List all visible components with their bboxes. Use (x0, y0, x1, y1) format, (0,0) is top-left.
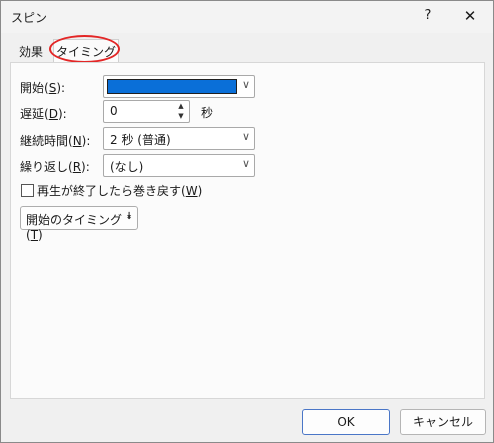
tab-highlight-circle (49, 35, 120, 63)
delay-unit: 秒 (201, 106, 214, 120)
triggers-label: 開始のタイミング(T) (26, 213, 123, 242)
repeat-value: (なし) (110, 160, 144, 174)
title-bar: スピン ? ✕ (1, 1, 493, 33)
start-color-swatch (107, 79, 237, 94)
help-button[interactable]: ? (417, 5, 439, 27)
cancel-button[interactable]: キャンセル (400, 409, 486, 435)
duration-value: 2 秒 (普通) (110, 133, 171, 147)
rewind-label[interactable]: 再生が終了したら巻き戻す(W) (37, 182, 202, 199)
delay-value: 0 (110, 104, 118, 118)
duration-label: 継続時間(N): (20, 134, 91, 148)
double-chevron-down-icon: ⯯ (126, 211, 132, 222)
tab-effects[interactable]: 効果 (17, 42, 45, 62)
triangle-up-icon[interactable]: ▲ (175, 102, 187, 111)
start-label: 開始(S): (20, 81, 66, 95)
chevron-down-icon: ∨ (241, 78, 250, 91)
repeat-select[interactable]: (なし) ∨ (103, 154, 255, 177)
rewind-checkbox[interactable] (21, 184, 34, 197)
chevron-down-icon: ∨ (241, 130, 250, 143)
delay-spinner[interactable]: 0 ▲ ▼ (103, 100, 190, 123)
close-button[interactable]: ✕ (459, 5, 481, 27)
triangle-down-icon[interactable]: ▼ (175, 112, 187, 121)
spin-dialog: スピン ? ✕ 効果 タイミング 開始(S): ∨ 遅延(D): 0 ▲ ▼ 秒… (0, 0, 494, 443)
duration-select[interactable]: 2 秒 (普通) ∨ (103, 127, 255, 150)
delay-label: 遅延(D): (20, 107, 67, 121)
ok-button[interactable]: OK (302, 409, 390, 435)
dialog-title: スピン (11, 11, 48, 25)
triggers-button[interactable]: 開始のタイミング(T) ⯯ (20, 206, 138, 242)
repeat-label: 繰り返し(R): (20, 160, 90, 174)
chevron-down-icon: ∨ (241, 157, 250, 170)
start-select[interactable]: ∨ (103, 75, 255, 98)
